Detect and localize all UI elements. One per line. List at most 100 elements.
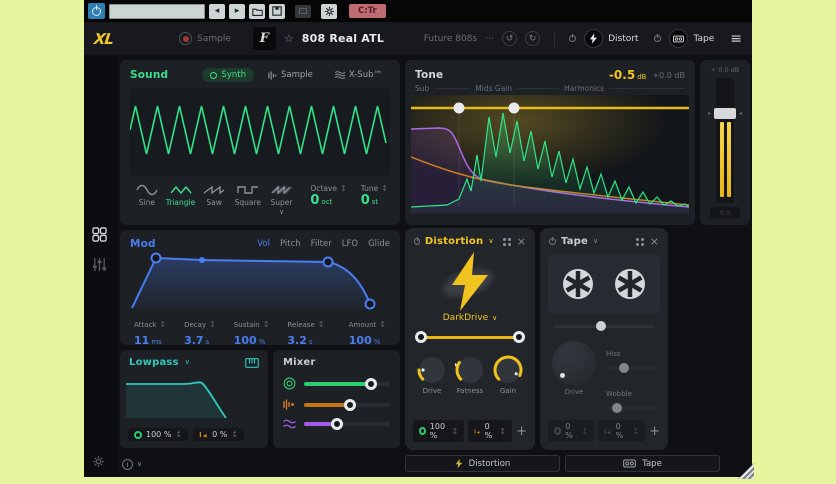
plugin-header: XL Sample F ☆ 808 Real ATL Future 808s ⋯… <box>84 22 752 55</box>
slider-knob[interactable] <box>330 418 343 430</box>
fx-slot-distortion-button[interactable]: Distortion <box>405 455 560 472</box>
wobble-slider[interactable] <box>606 403 656 413</box>
add-modulator-button[interactable]: + <box>516 424 527 439</box>
wave-sine-button[interactable]: Sine <box>132 184 162 207</box>
sample-level-slider[interactable] <box>304 398 390 411</box>
tape-power-icon[interactable] <box>549 236 556 245</box>
sidebar-mixer-view-button[interactable] <box>92 257 107 272</box>
gain-knob[interactable]: Gain <box>493 355 523 395</box>
mode-synth-button[interactable]: Synth <box>202 68 254 82</box>
distort-power-icon[interactable] <box>569 33 577 42</box>
filter-curve[interactable] <box>126 370 262 422</box>
tone-gain-value[interactable]: -0.5 dB <box>609 68 647 82</box>
wave-square-button[interactable]: Square <box>233 184 263 207</box>
close-icon[interactable]: × <box>517 236 526 247</box>
tape-title[interactable]: Tape <box>561 236 588 247</box>
chevron-down-icon: ∨ <box>278 208 285 216</box>
filter-type-selector[interactable]: Lowpass <box>129 357 179 368</box>
synth-level-slider[interactable] <box>304 377 390 390</box>
chevron-down-icon: ∨ <box>593 237 599 245</box>
sustain-stepper[interactable]: Sustain ↕ 100% <box>234 320 270 348</box>
triangle-icon <box>169 185 192 195</box>
waveform-display[interactable] <box>129 88 390 176</box>
sub-level-slider[interactable] <box>304 418 390 430</box>
fader-arrow-right-icon: ◂ <box>738 110 742 117</box>
add-modulator-button[interactable]: + <box>649 424 660 439</box>
tab-vol[interactable]: Vol <box>257 239 270 249</box>
mode-sample-button[interactable]: Sample <box>260 68 321 82</box>
mode-xsub-button[interactable]: X-Sub™ <box>327 68 390 82</box>
wave-triangle-button[interactable]: Triangle <box>166 184 196 207</box>
preset-name-field[interactable] <box>109 3 205 19</box>
tab-lfo[interactable]: LFO <box>342 239 358 249</box>
tab-filter[interactable]: Filter <box>311 239 332 249</box>
reel-icon <box>615 269 645 299</box>
distortion-title[interactable]: Distortion <box>425 236 483 247</box>
tape-velocity-amount[interactable]: 0 % ↕ <box>598 420 646 442</box>
resize-handle[interactable] <box>738 463 754 479</box>
filter-env-amount[interactable]: 100 % ↕ <box>128 428 189 441</box>
distortion-env-amount[interactable]: 100 % ↕ <box>413 420 465 442</box>
drive-knob[interactable]: Drive <box>417 355 447 395</box>
tape-power-icon[interactable] <box>654 33 662 42</box>
fx-chip-tape[interactable]: Tape <box>669 29 714 48</box>
wave-saw-button[interactable]: Saw <box>199 184 229 207</box>
slider-knob[interactable] <box>343 398 356 411</box>
redo-icon[interactable]: ↻ <box>525 31 541 46</box>
tab-glide[interactable]: Glide <box>368 239 390 249</box>
distortion-algorithm-selector[interactable]: DarkDrive ∨ <box>405 313 535 323</box>
slider-knob[interactable] <box>365 377 378 390</box>
drag-handle-icon[interactable] <box>635 238 639 241</box>
sidebar-pads-view-button[interactable] <box>92 227 107 242</box>
distortion-module: Distortion ∨ × DarkDrive ∨ Drive Fatness… <box>405 228 535 450</box>
tab-pitch[interactable]: Pitch <box>280 239 301 249</box>
preset-artwork[interactable]: F <box>252 27 276 50</box>
preset-title[interactable]: 808 Real ATL <box>302 32 384 45</box>
save-button[interactable] <box>269 3 285 19</box>
slider-knob[interactable] <box>596 321 606 331</box>
decay-stepper[interactable]: Decay ↕ 3.7 s <box>184 320 216 348</box>
slider-knob[interactable] <box>619 363 629 373</box>
settings-button[interactable] <box>321 3 337 19</box>
open-button[interactable] <box>249 3 265 19</box>
distortion-power-icon[interactable] <box>414 236 420 245</box>
tape-drive-knob[interactable] <box>552 341 596 385</box>
tune-stepper[interactable]: Tune ↕ 0st <box>361 184 388 208</box>
range-knob-left[interactable] <box>415 331 427 343</box>
hiss-slider[interactable] <box>606 363 656 373</box>
undo-icon[interactable]: ↺ <box>502 31 518 46</box>
range-knob-right[interactable] <box>513 331 525 343</box>
tape-blend-slider[interactable] <box>554 321 654 331</box>
release-stepper[interactable]: Release ↕ 3.2 s <box>287 320 324 348</box>
octave-stepper[interactable]: Octave ↕ 0 oct <box>310 184 346 208</box>
attack-stepper[interactable]: Attack ↕ 11 ms <box>134 320 166 348</box>
more-options-icon[interactable]: ⋯ <box>485 34 494 44</box>
sample-record-button[interactable]: Sample <box>179 32 231 45</box>
close-icon[interactable]: × <box>650 236 659 247</box>
info-button[interactable]: i ∨ <box>122 459 142 470</box>
distortion-velocity-amount[interactable]: 0 % ↕ <box>468 420 513 442</box>
tape-env-amount[interactable]: 0 % ↕ <box>548 420 595 442</box>
prev-preset-button[interactable]: ◂ <box>209 3 225 19</box>
menu-icon[interactable]: ≡ <box>730 32 742 46</box>
amount-stepper[interactable]: Amount ↕ 100% <box>349 320 386 348</box>
fatness-knob[interactable]: Fatness <box>455 355 485 395</box>
host-toolbar: ◂ ▸ C:Tr <box>84 0 752 22</box>
envelope-editor[interactable] <box>130 250 390 318</box>
tone-graph[interactable] <box>410 95 690 217</box>
output-fader[interactable]: ▸ ◂ <box>708 78 742 203</box>
fader-handle[interactable] <box>714 108 736 119</box>
keytrack-icon[interactable] <box>245 357 259 368</box>
favorite-star-icon[interactable]: ☆ <box>284 32 294 45</box>
fx-slot-tape-button[interactable]: Tape <box>565 455 720 472</box>
drag-handle-icon[interactable] <box>503 238 506 241</box>
settings-gear-button[interactable] <box>92 455 105 468</box>
slider-knob[interactable] <box>612 403 622 413</box>
filter-velocity-amount[interactable]: 0 % ↕ <box>193 428 245 441</box>
distortion-range-slider[interactable] <box>415 331 525 343</box>
next-preset-button[interactable]: ▸ <box>229 3 245 19</box>
power-button[interactable] <box>88 3 105 19</box>
lightning-bolt-art <box>442 252 494 311</box>
fx-chip-distort[interactable]: Distort <box>584 29 638 48</box>
wave-super-button[interactable]: Super ∨ <box>267 184 297 216</box>
